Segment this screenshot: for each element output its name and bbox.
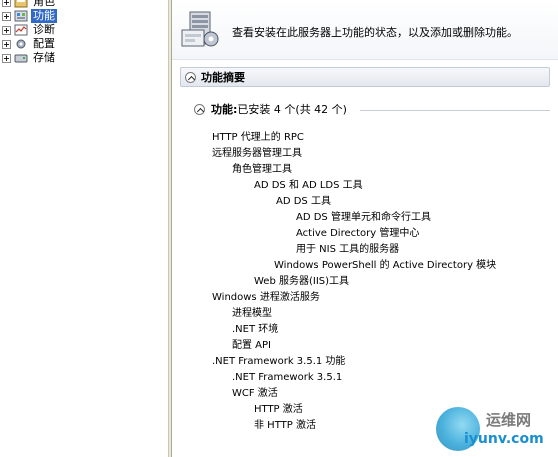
feature-item: WCF 激活 xyxy=(232,388,278,399)
feature-item: 配置 API xyxy=(232,340,271,351)
features-icon xyxy=(14,10,28,22)
content-pane: 查看安装在此服务器上功能的状态，以及添加或删除功能。 功能摘要 功能: 已安装 … xyxy=(172,0,558,457)
feature-item: AD DS 和 AD LDS 工具 xyxy=(254,180,363,191)
feature-item: Windows PowerShell 的 Active Directory 模块 xyxy=(274,260,497,271)
feature-item: .NET Framework 3.5.1 功能 xyxy=(212,356,346,367)
tree-item-features[interactable]: 功能 xyxy=(2,9,57,23)
feature-item: AD DS 工具 xyxy=(276,196,331,207)
feature-item: .NET 环境 xyxy=(232,324,279,335)
tree-item-configuration[interactable]: 配置 xyxy=(2,37,57,51)
feature-item: 非 HTTP 激活 xyxy=(254,420,316,431)
tree-item-label: 诊断 xyxy=(33,23,55,36)
feature-item: Windows 进程激活服务 xyxy=(212,292,320,303)
tree-item-label: 配置 xyxy=(33,37,55,50)
feature-item: HTTP 激活 xyxy=(254,404,303,415)
navigation-tree: 角色 功能 诊断 配置 存储 xyxy=(0,0,168,457)
roles-icon xyxy=(14,0,28,8)
feature-item: 进程模型 xyxy=(232,308,272,319)
expand-icon[interactable] xyxy=(2,25,11,35)
expand-icon[interactable] xyxy=(2,53,11,63)
expand-icon[interactable] xyxy=(2,0,11,7)
feature-item: Web 服务器(IIS)工具 xyxy=(254,276,350,287)
feature-item: 用于 NIS 工具的服务器 xyxy=(296,244,400,255)
tree-item-label: 角色 xyxy=(33,0,55,8)
feature-item: 角色管理工具 xyxy=(232,164,292,175)
feature-item: 远程服务器管理工具 xyxy=(212,148,302,159)
storage-icon xyxy=(14,52,28,64)
expand-icon[interactable] xyxy=(2,11,11,21)
tree-item-diagnostics[interactable]: 诊断 xyxy=(2,23,57,37)
tree-item-label: 功能 xyxy=(31,9,57,23)
installed-features-list: HTTP 代理上的 RPC 远程服务器管理工具 角色管理工具 AD DS 和 A… xyxy=(172,0,558,457)
tree-item-label: 存储 xyxy=(33,51,55,64)
expand-icon[interactable] xyxy=(2,39,11,49)
feature-item: .NET Framework 3.5.1 xyxy=(232,372,343,383)
configuration-icon xyxy=(14,38,28,50)
feature-item: Active Directory 管理中心 xyxy=(296,228,420,239)
diagnostics-icon xyxy=(14,24,28,36)
feature-item: AD DS 管理单元和命令行工具 xyxy=(296,212,431,223)
tree-item-storage[interactable]: 存储 xyxy=(2,51,57,65)
feature-item: HTTP 代理上的 RPC xyxy=(212,132,304,143)
tree-item-roles[interactable]: 角色 xyxy=(2,0,57,9)
